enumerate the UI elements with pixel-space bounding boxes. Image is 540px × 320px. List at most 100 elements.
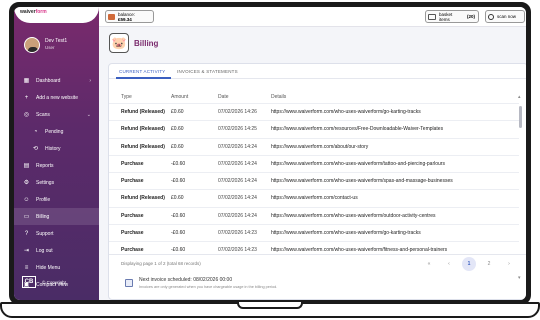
basket-count: (20): [466, 14, 475, 19]
cell-details[interactable]: https://www.waiverform.com/who-uses-waiv…: [271, 161, 445, 167]
cell-details[interactable]: https://www.waiverform.com/who-uses-waiv…: [271, 213, 436, 219]
cell-details[interactable]: https://www.waiverform.com/contact-us: [271, 195, 358, 201]
search-icon: [488, 14, 494, 20]
hide-menu-icon: ≡: [24, 264, 29, 271]
logo[interactable]: waiverform: [14, 7, 99, 23]
cell-amount: -£0.60: [171, 230, 186, 237]
sidebar-item-history[interactable]: ⟲ History: [14, 140, 99, 157]
table-footer: Displaying page 1 of 2 (total 68 records…: [109, 254, 526, 272]
support-icon: ?: [24, 230, 29, 237]
balance-button[interactable]: balance: £59.34: [105, 10, 154, 23]
logout-icon: ⇥: [23, 248, 30, 254]
cell-type: Purchase: [121, 230, 144, 237]
table-row: Refund (Released) £0.60 07/02/2026 14:24 ht…: [109, 189, 519, 206]
cell-date: 07/02/2026 14:25: [218, 126, 257, 133]
laptop-notch: [237, 302, 303, 309]
billing-icon: ▭: [23, 214, 30, 220]
avatar: [24, 37, 40, 53]
sidebar-item-reports[interactable]: ▤ Reports: [14, 157, 99, 174]
sidebar-item-dashboard[interactable]: ▦ Dashboard ›: [14, 72, 99, 89]
column-header-type[interactable]: Type: [121, 94, 132, 100]
sidebar-item-profile[interactable]: ☺ Profile: [14, 191, 99, 208]
table-row: Refund (Released) £0.60 07/02/2026 14:25 ht…: [109, 120, 519, 137]
cell-details[interactable]: https://www.waiverform.com/resources/Fre…: [271, 126, 443, 132]
scan-label: scan now: [497, 14, 517, 19]
cell-amount: -£0.60: [171, 160, 186, 167]
sidebar-item-label: Support: [36, 230, 54, 237]
cell-details[interactable]: https://www.waiverform.com/who-uses-waiv…: [271, 230, 421, 236]
sidebar-item-billing[interactable]: ▭ Billing: [14, 208, 99, 225]
user-role: User: [45, 45, 55, 50]
cell-details[interactable]: https://www.waiverform.com/who-uses-waiv…: [271, 178, 453, 184]
laptop-frame: waiverform Dev Test1 User ▦ Dashboard › + Ad…: [9, 2, 531, 305]
last-page-button[interactable]: »: [522, 257, 526, 271]
sidebar-item-add-a-new-website[interactable]: + Add a new website: [14, 89, 99, 106]
cell-amount: £0.60: [171, 143, 184, 150]
billing-card: CURRENT ACTIVITY INVOICES & STATEMENTS T…: [108, 63, 526, 300]
next-invoice-notice: Next invoice scheduled: 08/02/2026 00:00…: [117, 276, 437, 296]
scroll-down-icon[interactable]: ▾: [518, 275, 521, 281]
scroll-up-icon[interactable]: ▴: [518, 94, 521, 100]
cell-date: 07/02/2026 14:24: [218, 212, 257, 219]
cell-date: 07/02/2026 14:23: [218, 247, 257, 254]
cell-amount: £0.60: [171, 195, 184, 202]
tab-invoices-statements[interactable]: INVOICES & STATEMENTS: [177, 69, 238, 74]
sidebar: waiverform Dev Test1 User ▦ Dashboard › + Ad…: [14, 7, 99, 300]
sidebar-item-support[interactable]: ? Support: [14, 225, 99, 242]
table-row: Refund (Released) £0.60 07/02/2026 14:24 ht…: [109, 137, 519, 155]
user-box[interactable]: Dev Test1 User: [14, 37, 99, 65]
table-row: Purchase -£0.60 07/02/2026 14:23 https://ww…: [109, 224, 519, 241]
table-row: Purchase -£0.60 07/02/2026 14:24 https://ww…: [109, 172, 519, 189]
top-bar: balance: £59.34 basket items (20) scan n…: [99, 7, 526, 27]
scan-now-button[interactable]: scan now: [485, 10, 525, 23]
column-header-amount[interactable]: Amount: [171, 94, 188, 100]
column-header-details[interactable]: Details: [271, 94, 286, 100]
records-summary: Displaying page 1 of 2 (total 68 records…: [121, 261, 201, 266]
sidebar-item-scans[interactable]: ◎ Scans ⌄: [14, 106, 99, 123]
sidebar-item-label: Add a new website: [36, 94, 78, 101]
sidebar-item-log-out[interactable]: ⇥ Log out: [14, 242, 99, 259]
cell-date: 07/02/2026 14:26: [218, 109, 257, 115]
active-tab-indicator: [116, 77, 171, 79]
cell-date: 07/02/2026 14:24: [218, 143, 257, 150]
tab-current-activity[interactable]: CURRENT ACTIVITY: [119, 69, 165, 74]
sidebar-item-settings[interactable]: ⚙ Settings: [14, 174, 99, 191]
next-page-button[interactable]: ›: [502, 257, 516, 271]
cell-type: Refund (Released): [121, 195, 165, 202]
pagination: « ‹ 12 › »: [416, 257, 526, 271]
cell-amount: -£0.60: [171, 178, 186, 185]
first-page-button[interactable]: «: [422, 257, 436, 271]
sidebar-item-label: Billing: [36, 213, 50, 220]
table-header: Type Amount Date Details: [109, 93, 526, 103]
wallet-icon: [108, 14, 115, 20]
column-header-date[interactable]: Date: [218, 94, 229, 100]
table-row: Purchase -£0.60 07/02/2026 14:24 https://ww…: [109, 206, 519, 224]
copyright: CB © Copyright: [22, 276, 66, 288]
page-2-button[interactable]: 2: [482, 257, 496, 271]
cell-date: 07/02/2026 14:24: [218, 178, 257, 185]
prev-page-button[interactable]: ‹: [442, 257, 456, 271]
scroll-thumb[interactable]: [519, 106, 522, 128]
sidebar-item-label: Pending: [45, 128, 64, 135]
scrollbar[interactable]: ▴ ▾: [518, 94, 523, 281]
table-row: Refund (Released) £0.60 07/02/2026 14:26 ht…: [109, 103, 519, 120]
sidebar-item-label: Dashboard: [36, 77, 61, 84]
globe-icon: +: [24, 94, 29, 101]
cell-details[interactable]: https://www.waiverform.com/about/our-sto…: [271, 144, 368, 150]
gear-icon: ⚙: [23, 180, 30, 186]
piggy-bank-icon: 🐷: [109, 33, 129, 53]
cell-details[interactable]: https://www.waiverform.com/who-uses-waiv…: [271, 109, 421, 115]
cell-amount: -£0.60: [171, 247, 186, 254]
sidebar-item-hide-menu[interactable]: ≡ Hide Menu: [14, 259, 99, 276]
page-1-button[interactable]: 1: [462, 257, 476, 271]
sidebar-item-label: Hide Menu: [36, 264, 61, 271]
sidebar-item-label: Settings: [36, 179, 55, 186]
sidebar-item-pending[interactable]: ◔ Pending: [14, 123, 99, 140]
reports-icon: ▤: [23, 163, 30, 169]
logo-text: waiverform: [20, 9, 47, 15]
history-icon: ⟲: [32, 146, 39, 152]
cell-type: Refund (Released): [121, 126, 165, 133]
cell-details[interactable]: https://www.waiverform.com/who-uses-waiv…: [271, 247, 447, 253]
basket-button[interactable]: basket items (20): [425, 10, 479, 23]
screen: waiverform Dev Test1 User ▦ Dashboard › + Ad…: [14, 7, 526, 300]
